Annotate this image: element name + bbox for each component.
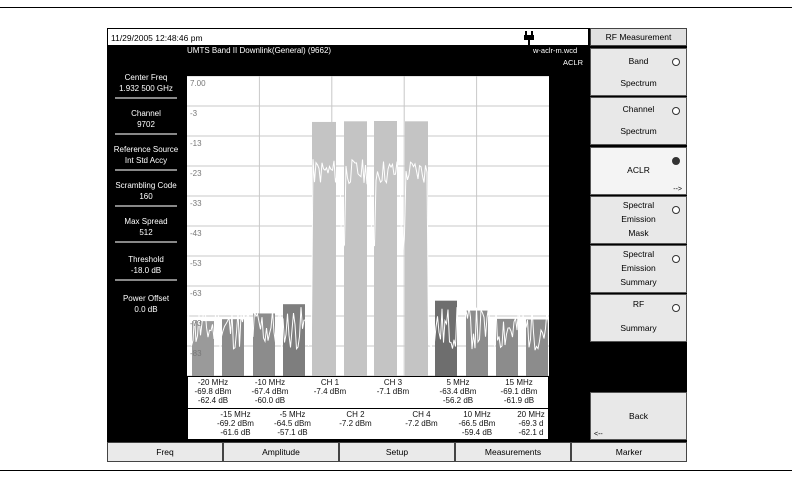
param-label: Power Offset <box>122 294 170 303</box>
softkey-rf-summary[interactable]: RF Summary <box>590 294 687 342</box>
back-arrow: <-- <box>594 431 603 438</box>
key-amplitude[interactable]: Amplitude <box>223 442 339 462</box>
param-label: Threshold <box>128 255 164 264</box>
y-tick-label: -13 <box>190 139 202 148</box>
y-tick-label: -73 <box>190 319 202 328</box>
table-divider <box>188 408 548 409</box>
table-cell: 10 MHz -66.5 dBm -59.4 dB <box>458 410 496 437</box>
table-cell: CH 3 -7.1 dBm <box>376 378 410 396</box>
param-divider <box>115 205 177 207</box>
y-tick-label: -83 <box>190 349 202 358</box>
param-label: Max Spread <box>124 217 168 226</box>
y-tick-label: -43 <box>190 229 202 238</box>
radio-indicator <box>672 255 680 263</box>
aclr-bar <box>344 121 367 376</box>
param-power-offset: Power Offset 0.0 dB <box>111 293 181 315</box>
softkey-band-spectrum[interactable]: Band Spectrum <box>590 48 687 96</box>
softkey-aclr[interactable]: ACLR --> <box>590 147 687 195</box>
param-value: -18.0 dB <box>130 266 162 275</box>
radio-indicator <box>672 107 680 115</box>
aclr-bar <box>435 300 457 376</box>
param-value: 512 <box>139 228 153 237</box>
table-cell: -10 MHz -67.4 dBm -60.0 dB <box>251 378 289 405</box>
param-label: Scrambling Code <box>115 181 177 190</box>
aclr-bar <box>312 121 336 376</box>
instrument-screen: 11/29/2005 12:48:46 pm RF Measurement UM… <box>107 28 687 462</box>
menu-title: RF Measurement <box>590 28 687 46</box>
param-scrambling-code: Scrambling Code 160 <box>111 180 181 207</box>
key-marker[interactable]: Marker <box>571 442 687 462</box>
radio-indicator-selected <box>672 157 680 165</box>
top-rule <box>0 7 792 8</box>
param-value: 1.932 500 GHz <box>119 84 173 93</box>
aclr-bar <box>405 121 428 376</box>
table-cell: CH 1 -7.4 dBm <box>313 378 347 396</box>
aclr-arrow: --> <box>673 186 682 193</box>
status-bar: 11/29/2005 12:48:46 pm <box>107 28 589 46</box>
aclr-bar <box>374 121 397 376</box>
param-divider <box>115 279 177 281</box>
radio-indicator <box>672 304 680 312</box>
key-measurements[interactable]: Measurements <box>455 442 571 462</box>
datetime: 11/29/2005 12:48:46 pm <box>111 33 203 43</box>
param-value: 9702 <box>137 120 155 129</box>
param-divider <box>115 133 177 135</box>
param-divider <box>115 97 177 99</box>
param-max-spread: Max Spread 512 <box>111 216 181 243</box>
table-cell: CH 2 -7.2 dBm <box>339 410 372 428</box>
param-center-freq: Center Freq 1.932 500 GHz <box>111 72 181 99</box>
param-channel: Channel 9702 <box>111 108 181 135</box>
table-cell: 20 MHz -69.3 d -62.1 d <box>517 410 545 437</box>
aclr-bar <box>496 318 518 376</box>
table-cell: -20 MHz -69.8 dBm -62.4 dB <box>194 378 232 405</box>
softkey-blank <box>590 343 687 391</box>
param-label: Channel <box>131 109 161 118</box>
softkey-back[interactable]: Back <-- <box>590 392 687 440</box>
y-tick-label: -63 <box>190 289 202 298</box>
main-menu-bar: Freq Amplitude Setup Measurements Marker <box>107 442 687 462</box>
y-tick-label: 7.00 <box>190 79 206 88</box>
param-divider <box>115 241 177 243</box>
aclr-plot: 7.00 -3 -13 -23 -33 -43 -53 -63 -73 -83 <box>187 76 549 376</box>
param-divider <box>115 169 177 171</box>
param-value: 0.0 dB <box>134 305 158 314</box>
param-reference-source: Reference Source Int Std Accy <box>111 144 181 171</box>
mode-label: ACLR <box>563 58 584 67</box>
softkey-spectral-emission-summary[interactable]: Spectral Emission Summary <box>590 245 687 293</box>
y-tick-label: -33 <box>190 199 202 208</box>
softkey-channel-spectrum[interactable]: Channel Spectrum <box>590 97 687 145</box>
param-label: Center Freq <box>124 73 168 82</box>
param-value: Int Std Accy <box>124 156 168 165</box>
param-label: Reference Source <box>113 145 179 154</box>
radio-indicator <box>672 206 680 214</box>
key-setup[interactable]: Setup <box>339 442 455 462</box>
y-tick-label: -23 <box>190 169 202 178</box>
table-cell: -5 MHz -64.5 dBm -57.1 dB <box>274 410 311 437</box>
param-value: 160 <box>139 192 153 201</box>
table-cell: 15 MHz -69.1 dBm -61.9 dB <box>500 378 538 405</box>
table-cell: -15 MHz -69.2 dBm -61.6 dB <box>217 410 254 437</box>
key-freq[interactable]: Freq <box>107 442 223 462</box>
bottom-rule <box>0 470 792 471</box>
measurement-title: UMTS Band II Downlink(General) (9662) <box>187 46 332 55</box>
table-cell: 5 MHz -63.4 dBm -56.2 dB <box>439 378 477 405</box>
y-tick-label: -3 <box>190 109 198 118</box>
radio-indicator <box>672 58 680 66</box>
aclr-results-table: -20 MHz -69.8 dBm -62.4 dB -10 MHz -67.4 dB… <box>187 376 549 440</box>
setup-filename: w-aclr-m.wcd <box>533 46 578 55</box>
table-cell: CH 4 -7.2 dBm <box>405 410 438 428</box>
power-plug-icon <box>524 31 534 46</box>
param-threshold: Threshold -18.0 dB <box>111 254 181 281</box>
y-tick-label: -53 <box>190 259 202 268</box>
softkey-spectral-emission-mask[interactable]: Spectral Emission Mask <box>590 196 687 244</box>
